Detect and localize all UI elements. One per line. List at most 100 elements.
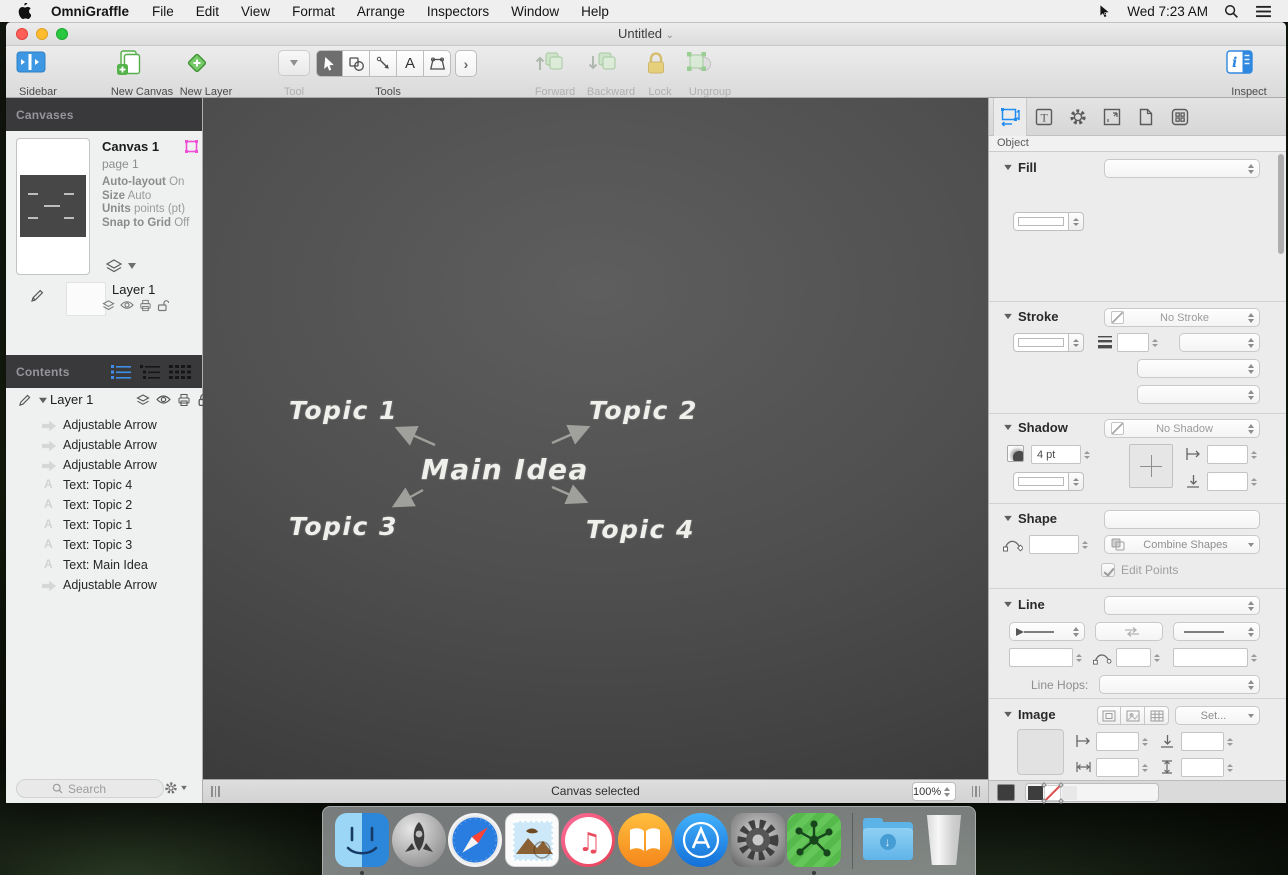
dock-icon-launchpad[interactable] [392,813,446,867]
shadow-blur-input[interactable]: 4 pt [1031,445,1093,464]
fill-section-header[interactable]: Fill [1003,160,1037,175]
search-field[interactable] [16,779,164,798]
connector-arrows[interactable] [203,98,986,779]
shape-picker-field[interactable] [1104,510,1260,529]
contents-list-item[interactable]: Text: Topic 1 [6,516,202,536]
stroke-width-input[interactable] [1117,333,1161,352]
layers-dropdown[interactable] [105,259,136,273]
contents-list-item[interactable]: Text: Main Idea [6,556,202,576]
menu-item[interactable]: Arrange [346,4,416,19]
fill-color-well[interactable] [1013,212,1084,231]
image-tile-button[interactable] [1145,706,1169,725]
tab-stencils-grid[interactable] [1163,98,1197,136]
dock-icon-omnigraffle[interactable] [787,813,841,867]
layer-print-icon[interactable] [139,299,152,312]
contents-list-item[interactable]: Adjustable Arrow [6,576,202,596]
menu-item[interactable]: Format [281,4,346,19]
fill-style-swatch[interactable] [1028,786,1043,800]
menu-item[interactable]: Window [500,4,570,19]
layer-print-icon[interactable] [177,393,191,407]
image-well[interactable] [1017,729,1064,775]
layer-visibility-icon[interactable] [156,393,171,407]
dock-icon-ibooks[interactable] [618,813,672,867]
stroke-corner-dropdown[interactable] [1137,359,1260,378]
layer-row[interactable]: Layer 1 [6,282,202,322]
shadow-offset-x-input[interactable] [1207,445,1260,464]
stroke-style-swatch[interactable] [1045,786,1060,800]
shadow-type-dropdown[interactable]: No Shadow [1104,419,1260,438]
drawing-canvas[interactable]: Main Idea Topic 1Topic 2Topic 3Topic 4 [203,98,988,779]
contents-list-item[interactable]: Adjustable Arrow [6,456,202,476]
disclosure-triangle-icon[interactable] [39,398,47,404]
canvas-name[interactable]: Canvas 1 [102,139,159,154]
layer-stack-icon[interactable] [102,299,115,312]
corner-radius-input[interactable] [1029,535,1091,554]
menu-item-app[interactable]: OmniGraffle [49,4,141,19]
topic-node[interactable]: Topic 3 [289,512,398,541]
line-curvature-input[interactable] [1116,648,1163,667]
outline-view-icon[interactable] [139,363,161,381]
title-bar[interactable]: Untitled ⌄ [6,22,1286,46]
canvas-thumbnail[interactable] [16,138,90,275]
shadow-position-picker[interactable] [1129,444,1173,488]
tab-text[interactable]: T [1027,98,1061,136]
shadow-offset-y-input[interactable] [1207,472,1260,491]
grid-view-icon[interactable] [168,363,192,381]
topic-node[interactable]: Topic 4 [586,515,695,544]
ungroup-button[interactable]: Ungroup [684,50,736,76]
contents-list-item[interactable]: Text: Topic 2 [6,496,202,516]
menu-item[interactable]: View [230,4,281,19]
contents-list-item[interactable]: Adjustable Arrow [6,416,202,436]
current-style-swatch[interactable] [997,784,1015,801]
stroke-style-dropdown[interactable] [1179,333,1260,352]
shape-section-header[interactable]: Shape [1003,511,1057,526]
artboard-tool-button[interactable] [424,50,451,77]
more-tools-button[interactable]: › [455,50,477,77]
contents-list-item[interactable]: Text: Topic 4 [6,476,202,496]
forward-button[interactable]: Forward [533,50,577,76]
dock-icon-mail[interactable] [505,813,559,867]
line-end-size-input[interactable] [1173,648,1260,667]
contents-list-item[interactable]: Adjustable Arrow [6,436,202,456]
notification-center-icon[interactable] [1255,5,1272,18]
line-end-arrowhead-dropdown[interactable] [1173,622,1260,641]
image-width-input[interactable] [1096,758,1151,777]
shape-tool-button[interactable] [343,50,370,77]
menu-item[interactable]: File [141,4,185,19]
line-type-dropdown[interactable] [1104,596,1260,615]
image-section-header[interactable]: Image [1003,707,1056,722]
stroke-section-header[interactable]: Stroke [1003,309,1058,324]
layer-lock-icon[interactable] [157,299,169,312]
layer-visibility-icon[interactable] [120,299,134,312]
contents-layer-name[interactable]: Layer 1 [50,392,93,407]
stroke-color-well[interactable] [1013,333,1084,352]
tool-button[interactable]: Tool [276,50,312,76]
image-offset-x-input[interactable] [1096,732,1151,751]
stroke-type-dropdown[interactable]: No Stroke [1104,308,1260,327]
image-mask-button[interactable] [1121,706,1145,725]
contents-list-item[interactable]: Text: Topic 3 [6,536,202,556]
image-height-input[interactable] [1181,758,1236,777]
apple-menu-icon[interactable] [18,3,31,19]
menu-clock[interactable]: Wed 7:23 AM [1127,4,1208,19]
zoom-stepper[interactable] [941,787,955,797]
shadow-style-swatch[interactable] [1062,786,1077,800]
layer-name[interactable]: Layer 1 [112,282,155,297]
shadow-preview-icon[interactable] [1007,445,1024,462]
swap-arrowheads-button[interactable] [1095,622,1163,641]
menu-item[interactable]: Edit [185,4,230,19]
dock-icon-app-store[interactable] [674,813,728,867]
topic-node[interactable]: Topic 1 [289,396,398,425]
window-title[interactable]: Untitled ⌄ [6,26,1286,41]
dock-icon-system-preferences[interactable] [731,813,785,867]
line-section-header[interactable]: Line [1003,597,1045,612]
selection-tool-button[interactable] [316,50,343,77]
new-canvas-button[interactable]: New Canvas [114,50,170,76]
style-swatches-well[interactable] [1025,783,1159,802]
tab-properties-gear[interactable] [1061,98,1095,136]
dock-icon-safari[interactable] [448,813,502,867]
spotlight-icon[interactable] [1224,4,1239,19]
shadow-color-well[interactable] [1013,472,1084,491]
image-offset-y-input[interactable] [1181,732,1236,751]
tab-canvas-size[interactable] [1095,98,1129,136]
